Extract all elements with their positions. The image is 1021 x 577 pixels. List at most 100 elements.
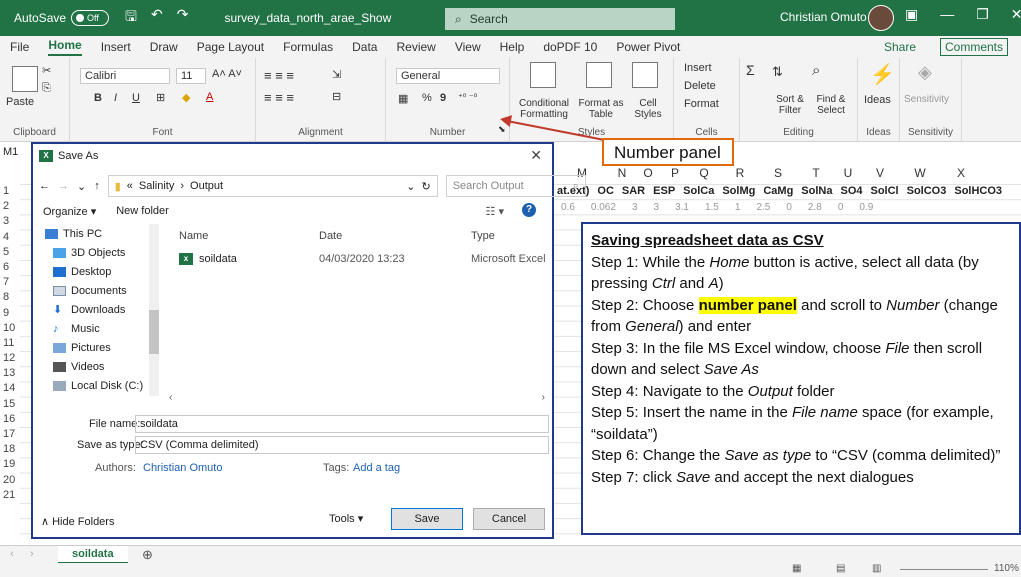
comments-button[interactable]: Comments (940, 38, 1009, 56)
data-cell[interactable]: 0.6 (553, 202, 583, 216)
row-header[interactable]: 9 (0, 306, 20, 321)
row-header[interactable]: 4 (0, 230, 20, 245)
column-name[interactable]: Name (179, 230, 319, 242)
sensitivity-button[interactable]: Sensitivity (904, 94, 949, 105)
row-header[interactable]: 16 (0, 412, 20, 427)
data-cell[interactable]: 1.5 (697, 202, 727, 216)
row-header[interactable]: 13 (0, 366, 20, 381)
chevron-left-icon[interactable]: ‹ (169, 392, 172, 406)
nav-item-pictures[interactable]: Pictures (39, 338, 163, 357)
ideas-button[interactable]: Ideas (864, 94, 891, 106)
font-size-select[interactable]: 11 (176, 68, 206, 84)
nav-item-music[interactable]: ♪ Music (39, 319, 163, 338)
name-box[interactable]: M1 (0, 143, 30, 163)
autosave-toggle[interactable]: Off (71, 10, 110, 26)
row-header[interactable]: 11 (0, 336, 20, 351)
cancel-button[interactable]: Cancel (473, 508, 545, 530)
fill-color-icon[interactable]: ◆ (182, 91, 190, 104)
data-cell[interactable]: 3 (646, 202, 668, 216)
header-cell[interactable]: SolCO3 (903, 185, 951, 201)
format-button[interactable]: Format (684, 98, 719, 110)
sheet-tab-soildata[interactable]: soildata (58, 546, 128, 564)
data-cell[interactable]: 0.9 (851, 202, 881, 216)
nav-scroll-thumb[interactable] (149, 310, 159, 354)
minimize-icon[interactable]: — (940, 6, 954, 23)
tab-view[interactable]: View (455, 40, 481, 54)
avatar[interactable] (868, 5, 894, 31)
page-break-icon[interactable]: ▥ (872, 563, 881, 574)
save-icon[interactable]: 🖫 (125, 6, 137, 30)
tools-button[interactable]: Tools ▾ (329, 512, 363, 525)
tab-page-layout[interactable]: Page Layout (197, 40, 264, 54)
format-table-icon[interactable] (586, 62, 612, 88)
undo-icon[interactable]: ↶ (151, 6, 163, 30)
underline-button[interactable]: U (132, 92, 140, 104)
cell-styles-icon[interactable] (632, 62, 658, 88)
close-icon[interactable]: ✕ (1011, 6, 1021, 23)
cell-styles-button[interactable]: Cell Styles (628, 98, 668, 120)
header-cell[interactable]: SolHCO3 (950, 185, 1006, 201)
zoom-slider[interactable] (900, 569, 988, 570)
column-type[interactable]: Type (471, 230, 549, 242)
column-header[interactable]: U (835, 166, 861, 184)
comma-button[interactable]: 9 (440, 92, 446, 104)
document-title[interactable]: survey_data_north_arae_Show (224, 11, 391, 25)
row-header[interactable]: 12 (0, 351, 20, 366)
normal-view-icon[interactable]: ▦ (792, 563, 801, 574)
font-color-icon[interactable]: A (206, 91, 213, 103)
data-cell[interactable]: 1 (727, 202, 749, 216)
column-header[interactable]: V (861, 166, 899, 184)
file-name-input[interactable]: soildata (135, 415, 549, 433)
wrap-text-icon[interactable]: ⇲ (332, 68, 341, 81)
organize-button[interactable]: Organize ▾ (43, 205, 96, 218)
header-cell[interactable]: SolCa (679, 185, 718, 201)
tab-dopdf-10[interactable]: doPDF 10 (543, 40, 597, 54)
column-header[interactable]: O (633, 166, 663, 184)
column-header[interactable]: T (797, 166, 835, 184)
path-segment[interactable]: Output (190, 180, 223, 192)
autosum-icon[interactable]: Σ (746, 62, 755, 78)
percent-button[interactable]: % (422, 92, 432, 104)
nav-item-desktop[interactable]: Desktop (39, 262, 163, 281)
nav-item-documents[interactable]: Documents (39, 281, 163, 300)
conditional-formatting-button[interactable]: Conditional Formatting (514, 98, 574, 120)
row-header[interactable]: 1 (0, 184, 20, 199)
chevron-right-icon[interactable]: › (542, 392, 545, 406)
currency-icon[interactable]: ▦ (398, 92, 408, 105)
delete-button[interactable]: Delete (684, 80, 716, 92)
close-icon[interactable]: ✕ (530, 147, 542, 164)
column-header[interactable]: W (899, 166, 941, 184)
refresh-icon[interactable]: ↻ (422, 180, 437, 193)
user-name[interactable]: Christian Omuto (780, 10, 867, 24)
add-sheet-icon[interactable]: ⊕ (142, 547, 153, 563)
tab-file[interactable]: File (10, 40, 29, 54)
column-header[interactable]: S (759, 166, 797, 184)
column-header[interactable]: X (941, 166, 981, 184)
column-date[interactable]: Date (319, 230, 471, 242)
column-header[interactable]: Q (687, 166, 721, 184)
back-icon[interactable]: ← (39, 180, 50, 192)
row-header[interactable]: 15 (0, 397, 20, 412)
decimal-icon[interactable]: ⁺⁰ ⁻⁰ (458, 92, 477, 103)
header-cell[interactable]: SolMg (718, 185, 759, 201)
save-type-select[interactable]: CSV (Comma delimited) (135, 436, 549, 454)
dropdown-icon[interactable]: ⌄ (77, 180, 86, 193)
nav-item-downloads[interactable]: ⬇ Downloads (39, 300, 163, 319)
sort-icon[interactable]: ⇅ (772, 64, 783, 80)
row-header[interactable]: 5 (0, 245, 20, 260)
save-button[interactable]: Save (391, 508, 463, 530)
paste-icon[interactable] (12, 66, 38, 92)
row-header[interactable]: 17 (0, 427, 20, 442)
nav-item-local-disk[interactable]: Local Disk (C:)⌄ (39, 376, 163, 395)
forward-icon[interactable]: → (58, 180, 69, 192)
row-header[interactable]: 7 (0, 275, 20, 290)
column-header[interactable]: P (663, 166, 687, 184)
tab-home[interactable]: Home (48, 38, 82, 56)
copy-icon[interactable]: ⎘ (42, 82, 51, 95)
header-cell[interactable]: ESP (649, 185, 679, 201)
header-cell[interactable]: CaMg (759, 185, 797, 201)
number-format-select[interactable]: General (396, 68, 500, 84)
paste-button[interactable]: Paste (6, 96, 34, 108)
sort-filter-button[interactable]: Sort & Filter (770, 94, 810, 116)
row-header[interactable]: 19 (0, 457, 20, 472)
